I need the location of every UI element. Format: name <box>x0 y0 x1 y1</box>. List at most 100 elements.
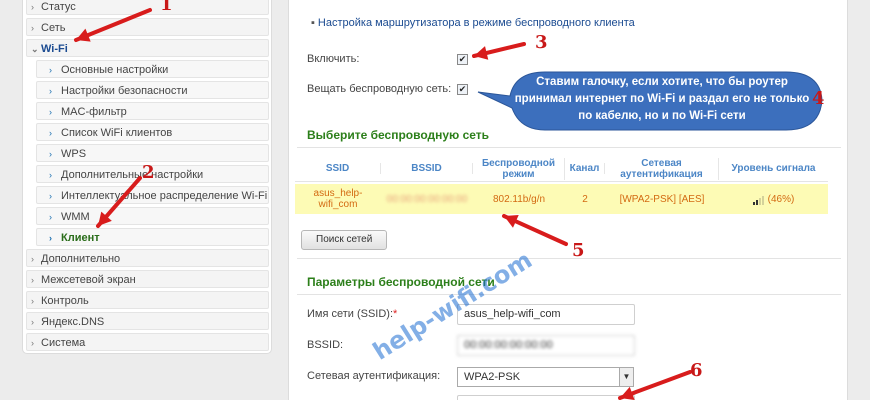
divider <box>297 147 841 148</box>
col-bssid[interactable]: BSSID <box>381 163 473 174</box>
col-channel[interactable]: Канал <box>565 163 605 174</box>
broadcast-checkbox[interactable]: ✔ <box>457 84 468 95</box>
sidebar-item[interactable]: › Система <box>26 333 269 351</box>
sidebar-item-label: Система <box>41 337 86 349</box>
auth-label: Сетевая аутентификация: <box>307 370 441 382</box>
cell-bssid: 00:00:00:00:00:00 <box>386 193 468 205</box>
signal-icon <box>752 194 765 205</box>
chevron-right-icon: › <box>49 86 52 96</box>
chevron-right-icon: › <box>31 275 34 285</box>
sidebar-item[interactable]: › WPS <box>36 144 269 162</box>
sidebar-item-label: Статус <box>41 1 76 13</box>
col-mode[interactable]: Беспроводной режим <box>473 157 565 180</box>
ssid-label: Имя сети (SSID):* <box>307 308 397 320</box>
sidebar-item[interactable]: › Основные настройки <box>36 60 269 78</box>
networks-table: SSID BSSID Беспроводной режим Канал Сете… <box>295 156 828 214</box>
col-signal[interactable]: Уровень сигнала <box>719 163 828 174</box>
annotation-number: 2 <box>142 162 155 183</box>
col-ssid[interactable]: SSID <box>295 163 381 174</box>
cell-channel: 2 <box>582 193 588 205</box>
chevron-down-icon: ⌄ <box>31 44 39 54</box>
sidebar-item[interactable]: › Контроль <box>26 291 269 309</box>
sidebar-item[interactable]: › Клиент <box>36 228 269 246</box>
chevron-right-icon: › <box>49 149 52 159</box>
sidebar-item[interactable]: › Яндекс.DNS <box>26 312 269 330</box>
ssid-input[interactable]: asus_help-wifi_com <box>457 304 635 325</box>
chevron-right-icon: › <box>31 23 34 33</box>
sidebar-item-label: Контроль <box>41 295 89 307</box>
sidebar-item[interactable]: › Межсетевой экран <box>26 270 269 288</box>
annotation-number: 6 <box>690 360 703 381</box>
table-row[interactable]: asus_help-wifi_com 00:00:00:00:00:00 802… <box>295 184 828 214</box>
auth-select[interactable]: WPA2-PSK ▼ <box>457 367 634 387</box>
sidebar-item[interactable]: › Интеллектуальное распределение Wi-Fi <box>36 186 269 204</box>
breadcrumb: ▪ Настройка маршрутизатора в режиме беспр… <box>311 17 635 29</box>
table-header: SSID BSSID Беспроводной режим Канал Сете… <box>295 156 828 182</box>
sidebar-item-label: WMM <box>61 211 90 223</box>
annotation-number: 5 <box>572 240 585 261</box>
broadcast-label: Вещать беспроводную сеть: <box>307 83 452 95</box>
select-network-title: Выберите беспроводную сеть <box>307 128 490 142</box>
sidebar-item-label: WPS <box>61 148 87 160</box>
next-field[interactable] <box>457 395 635 400</box>
sidebar-item[interactable]: ⌄ Wi-Fi <box>26 39 269 57</box>
chevron-down-icon[interactable]: ▼ <box>619 368 633 386</box>
chevron-right-icon: › <box>49 170 52 180</box>
sidebar-item-label: Интеллектуальное распределение Wi-Fi <box>61 190 268 202</box>
search-networks-button[interactable]: Поиск сетей <box>301 230 388 250</box>
bssid-label: BSSID: <box>307 339 344 351</box>
ssid-label-text: Имя сети (SSID): <box>307 308 394 320</box>
chevron-right-icon: › <box>49 191 52 201</box>
sidebar-item-label: Дополнительные настройки <box>61 169 204 181</box>
signal-bar <box>752 201 755 205</box>
divider <box>297 294 841 295</box>
enable-label: Включить: <box>307 53 360 65</box>
sidebar-item-label: Wi-Fi <box>41 43 68 55</box>
cell-auth: [WPA2-PSK] [AES] <box>619 193 705 205</box>
signal-bar <box>755 199 758 205</box>
chevron-right-icon: › <box>31 2 34 12</box>
enable-checkbox[interactable]: ✔ <box>457 54 468 65</box>
chevron-right-icon: › <box>31 317 34 327</box>
sidebar-item-label: Клиент <box>61 232 100 244</box>
sidebar-item[interactable]: › Статус <box>26 0 269 15</box>
bullet-icon: ▪ <box>311 17 315 29</box>
chevron-right-icon: › <box>49 212 52 222</box>
required-mark: * <box>393 308 398 320</box>
chevron-right-icon: › <box>49 233 52 243</box>
auth-select-value: WPA2-PSK <box>464 371 521 383</box>
sidebar-item-label: MAC-фильтр <box>61 106 127 118</box>
annotation-number: 1 <box>160 0 173 15</box>
sidebar-item[interactable]: › Список WiFi клиентов <box>36 123 269 141</box>
signal-bar <box>761 195 764 205</box>
sidebar-item-label: Настройки безопасности <box>61 85 188 97</box>
chevron-right-icon: › <box>31 254 34 264</box>
sidebar-item-label: Список WiFi клиентов <box>61 127 173 139</box>
signal-bar <box>758 197 761 205</box>
cell-mode: 802.11b/g/n <box>492 193 546 205</box>
sidebar-item[interactable]: › Настройки безопасности <box>36 81 269 99</box>
chevron-right-icon: › <box>31 338 34 348</box>
sidebar-item[interactable]: › Дополнительно <box>26 249 269 267</box>
cell-signal: (46%) <box>719 194 828 205</box>
chevron-right-icon: › <box>49 107 52 117</box>
col-auth[interactable]: Сетевая аутентификация <box>605 157 719 180</box>
sidebar-item-label: Основные настройки <box>61 64 169 76</box>
sidebar-item[interactable]: › MAC-фильтр <box>36 102 269 120</box>
cell-ssid: asus_help-wifi_com <box>313 188 363 210</box>
callout-text: Ставим галочку, если хотите, что бы роут… <box>514 76 810 122</box>
chevron-right-icon: › <box>49 65 52 75</box>
sidebar-item-label: Яндекс.DNS <box>41 316 105 328</box>
annotation-number: 4 <box>812 88 825 109</box>
sidebar-item[interactable]: › Сеть <box>26 18 269 36</box>
sidebar-item-label: Дополнительно <box>41 253 121 265</box>
chevron-right-icon: › <box>31 296 34 306</box>
bssid-input[interactable]: 00:00:00:00:00:00 <box>457 335 635 356</box>
annotation-number: 3 <box>535 32 548 53</box>
sidebar-item-label: Межсетевой экран <box>41 274 136 286</box>
chevron-right-icon: › <box>49 128 52 138</box>
breadcrumb-text: Настройка маршрутизатора в режиме беспро… <box>317 17 635 29</box>
sidebar-item[interactable]: › WMM <box>36 207 269 225</box>
divider <box>297 258 841 259</box>
sidebar-item-label: Сеть <box>41 22 66 34</box>
